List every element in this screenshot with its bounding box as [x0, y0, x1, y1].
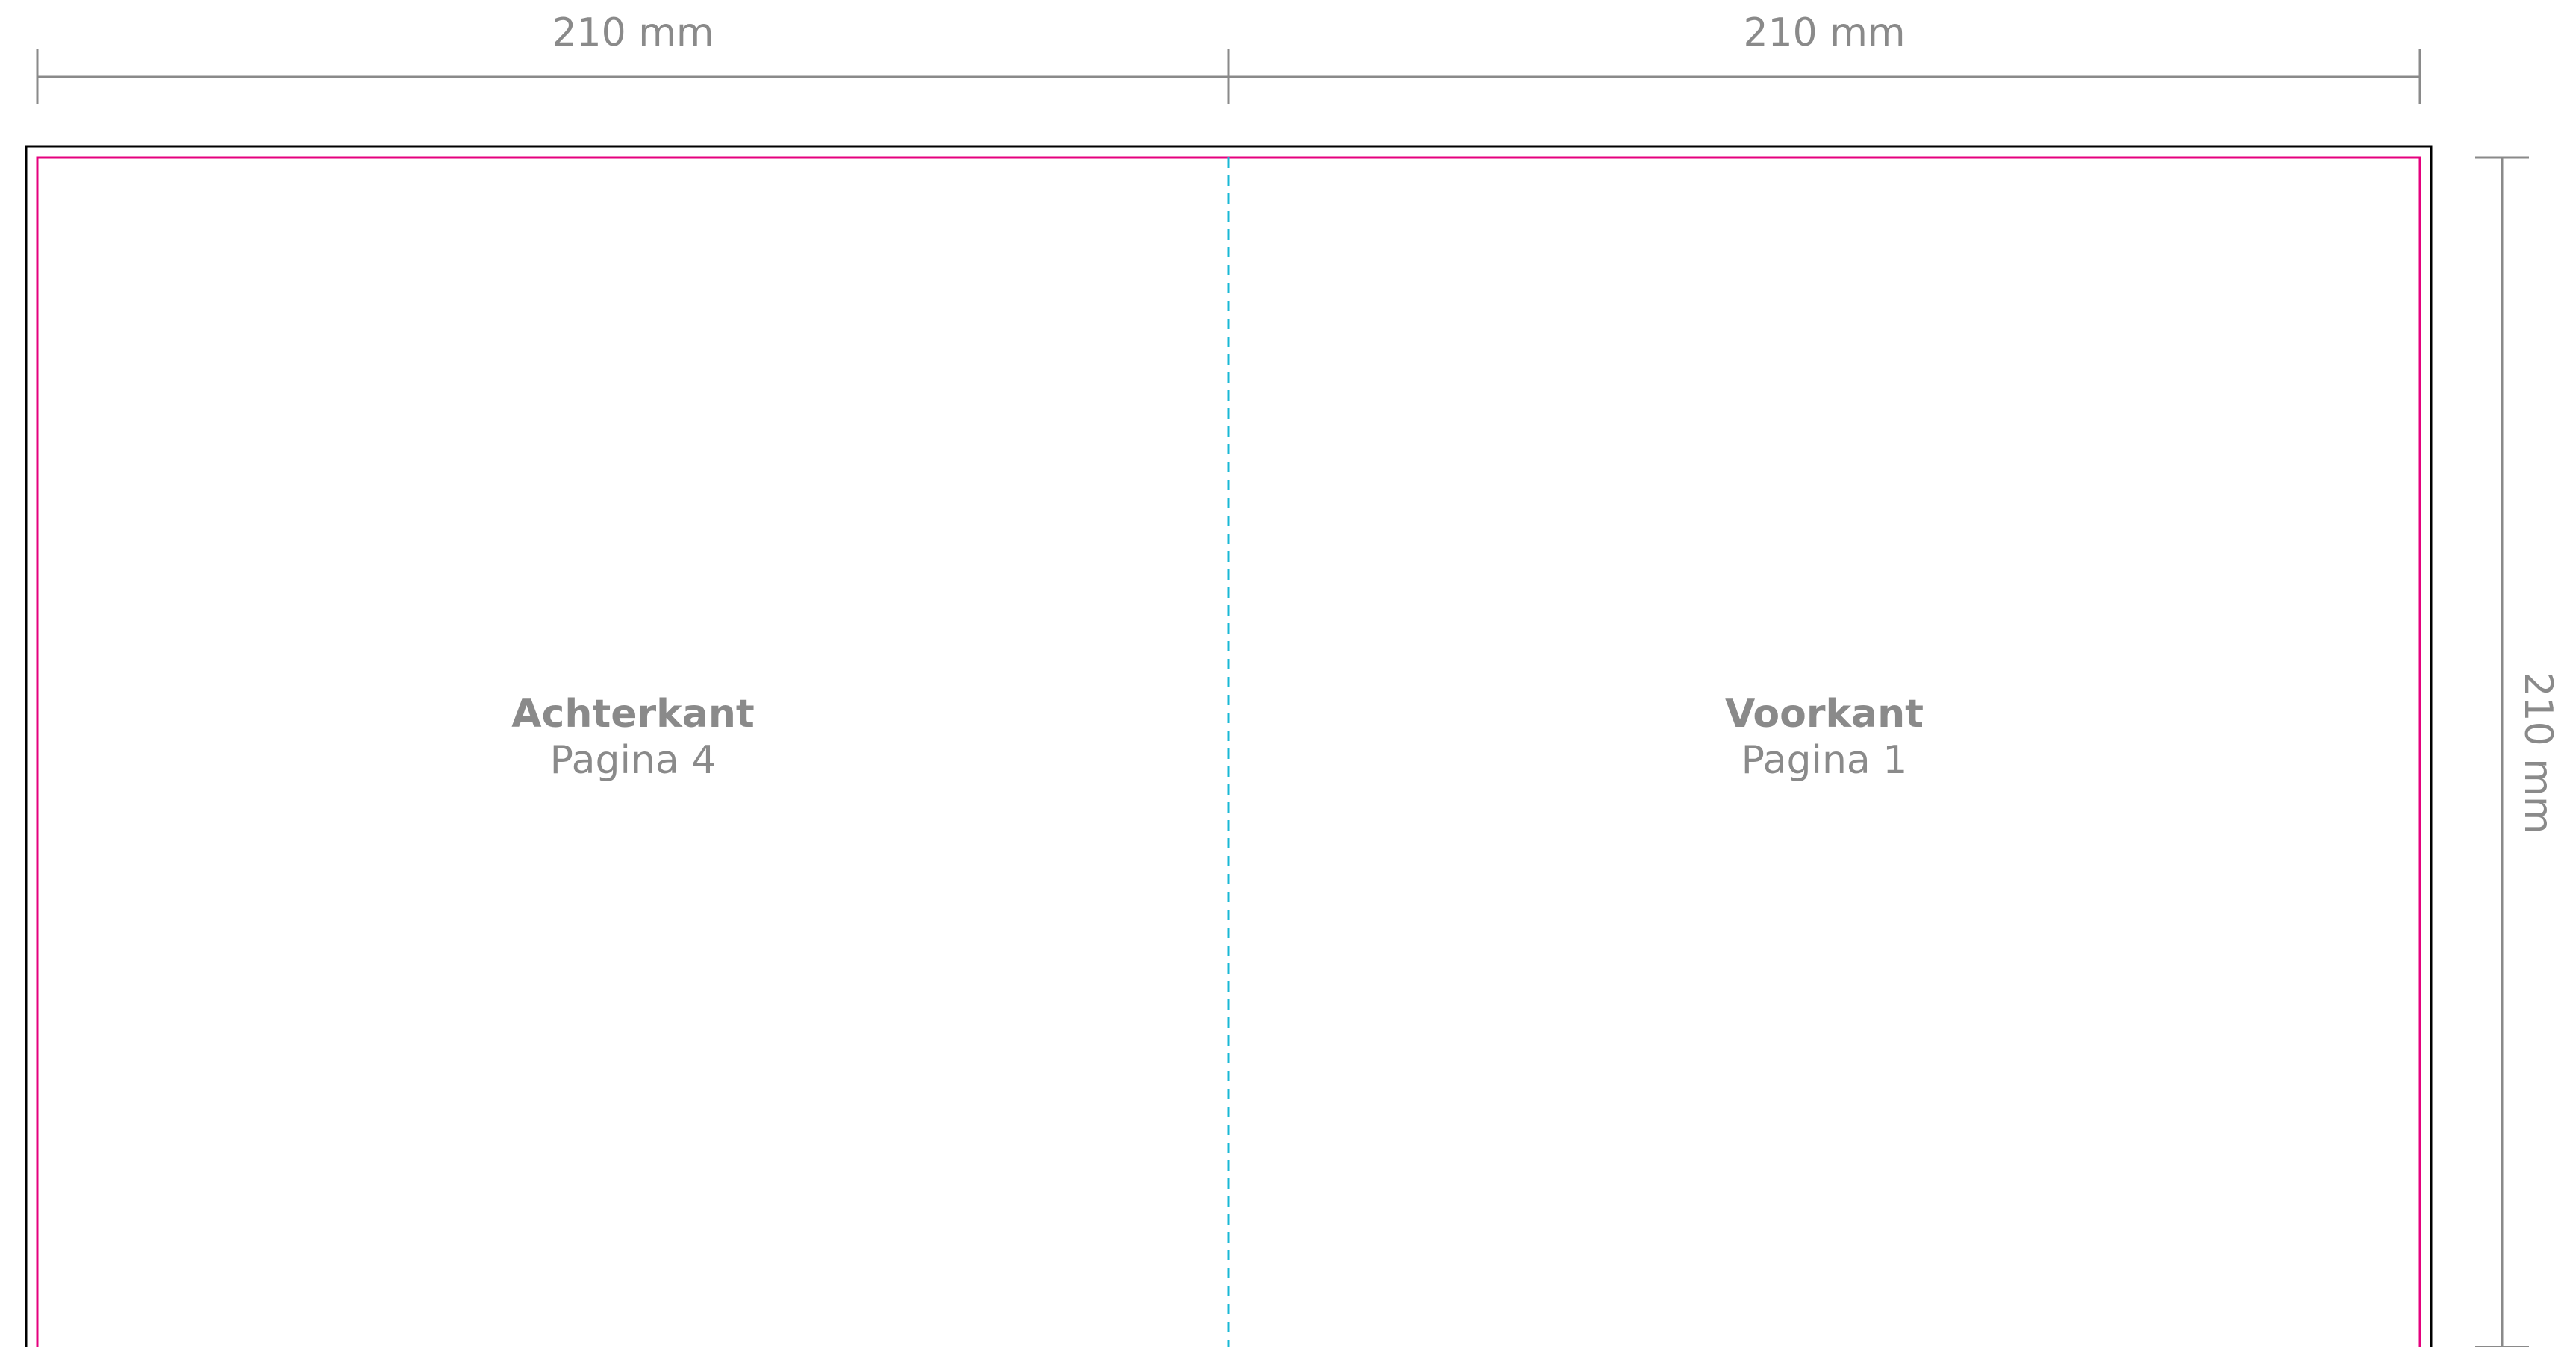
back-panel-label: Achterkant Pagina 4: [37, 691, 1229, 784]
top-dimension-lines: [36, 49, 2421, 104]
back-panel-page: Pagina 4: [549, 738, 717, 783]
front-panel-label: Voorkant Pagina 1: [1229, 691, 2420, 784]
back-panel-title: Achterkant: [511, 692, 755, 737]
front-panel-title: Voorkant: [1724, 692, 1924, 737]
front-panel-page: Pagina 1: [1741, 738, 1908, 783]
dimension-top-left-label: 210 mm: [552, 10, 714, 55]
print-template-canvas: [25, 49, 2529, 1347]
dimension-right-label: 210 mm: [2516, 672, 2560, 834]
dimension-top-right-label: 210 mm: [1743, 10, 1906, 55]
